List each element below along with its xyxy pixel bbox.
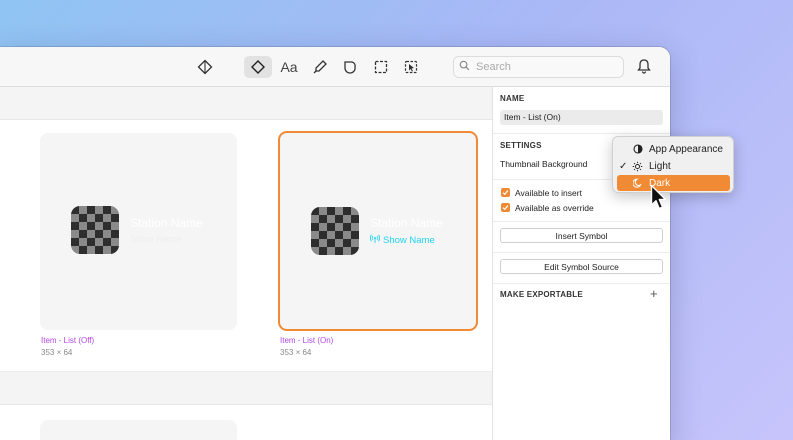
symbol-name-label[interactable]: Item - List (Off): [41, 336, 94, 345]
station-name-text: Station Name: [130, 215, 203, 230]
available-as-override-label[interactable]: Available as override: [515, 203, 594, 213]
search-input[interactable]: [476, 61, 616, 73]
settings-section-label: SETTINGS: [500, 141, 542, 150]
thumbnail-background-menu: App Appearance ✓ Light Dark: [612, 136, 734, 193]
menu-item-light[interactable]: ✓ Light: [617, 158, 730, 174]
divider: [493, 133, 670, 134]
canvas[interactable]: Station Name Show Name Item - List (Off)…: [0, 87, 492, 440]
text-style-icon[interactable]: Aa: [275, 56, 303, 78]
bell-icon[interactable]: [636, 58, 654, 76]
canvas-section-header: [0, 87, 492, 120]
broadcast-icon: [369, 234, 381, 246]
edit-symbol-source-button[interactable]: Edit Symbol Source: [500, 259, 663, 274]
show-name-row: Show Name: [369, 234, 443, 246]
search-icon: [459, 58, 470, 76]
thumbnail-background-label: Thumbnail Background: [500, 159, 588, 169]
divider: [493, 221, 670, 222]
artwork-placeholder: [311, 207, 359, 255]
symbol-size-label: 353 × 64: [41, 348, 73, 357]
divider: [493, 179, 613, 180]
available-to-insert-label[interactable]: Available to insert: [515, 188, 582, 198]
app-window: Aa Station N: [0, 47, 670, 440]
color-picker-icon[interactable]: [306, 56, 334, 78]
station-name-text: Station Name: [370, 216, 443, 230]
component-icon[interactable]: [191, 56, 219, 78]
divider: [493, 283, 670, 284]
menu-item-label: App Appearance: [649, 143, 723, 155]
available-as-override-checkbox[interactable]: [501, 203, 510, 212]
frame-icon[interactable]: [367, 56, 395, 78]
artwork-placeholder: [71, 206, 119, 254]
mouse-pointer-icon: [650, 184, 668, 212]
plus-icon[interactable]: +: [650, 287, 658, 300]
search-box[interactable]: [453, 56, 624, 78]
symbol-card-partial[interactable]: [40, 420, 237, 440]
layer-style-icon[interactable]: [336, 56, 364, 78]
show-name-text: Show Name: [130, 233, 182, 245]
make-exportable-label: MAKE EXPORTABLE: [500, 290, 583, 299]
canvas-section-header: [0, 371, 492, 405]
toolbar: Aa: [0, 47, 670, 87]
moon-icon: [632, 178, 643, 189]
checkmark-icon: ✓: [619, 160, 628, 172]
symbol-icon[interactable]: [244, 56, 272, 78]
name-section-label: NAME: [500, 94, 525, 103]
symbol-size-label: 353 × 64: [280, 348, 312, 357]
divider: [493, 252, 670, 253]
cursor-select-icon[interactable]: [397, 56, 425, 78]
insert-symbol-button[interactable]: Insert Symbol: [500, 228, 663, 243]
symbol-name-field[interactable]: Item - List (On): [500, 110, 663, 125]
sun-icon: [632, 161, 643, 172]
symbol-name-label[interactable]: Item - List (On): [280, 336, 333, 345]
symbol-card-on[interactable]: Station Name Show Name: [278, 131, 478, 331]
menu-item-label: Light: [649, 160, 671, 172]
symbol-card-off[interactable]: Station Name Show Name: [40, 133, 237, 330]
available-to-insert-checkbox[interactable]: [501, 188, 510, 197]
half-circle-icon: [632, 144, 643, 155]
show-name-text: Show Name: [383, 234, 435, 246]
menu-item-dark[interactable]: Dark: [617, 175, 730, 191]
menu-item-app-appearance[interactable]: App Appearance: [617, 141, 730, 157]
